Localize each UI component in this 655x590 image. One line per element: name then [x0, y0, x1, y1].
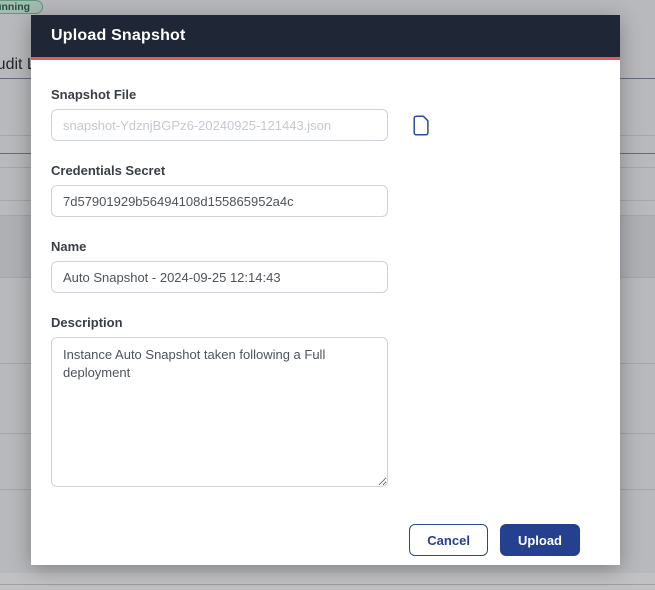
name-group: Name [51, 239, 600, 293]
name-label: Name [51, 239, 87, 254]
name-input[interactable] [51, 261, 388, 293]
snapshot-file-input[interactable] [51, 109, 388, 141]
modal-header: Upload Snapshot [31, 15, 620, 60]
description-label: Description [51, 315, 123, 330]
upload-button[interactable]: Upload [499, 524, 580, 556]
snapshot-file-label: Snapshot File [51, 87, 137, 102]
modal-body: Snapshot File Credentials Secret Name De… [31, 60, 620, 556]
cancel-button[interactable]: Cancel [409, 524, 488, 556]
credentials-secret-group: Credentials Secret [51, 163, 600, 217]
credentials-secret-label: Credentials Secret [51, 163, 166, 178]
upload-snapshot-modal: Upload Snapshot Snapshot File Credential… [31, 15, 620, 565]
modal-title: Upload Snapshot [51, 27, 186, 44]
modal-footer: Cancel Upload [51, 492, 600, 556]
credentials-secret-input[interactable] [51, 185, 388, 217]
file-icon[interactable] [413, 114, 430, 136]
description-group: Description Instance Auto Snapshot taken… [51, 315, 600, 492]
snapshot-file-group: Snapshot File [51, 87, 600, 141]
description-textarea[interactable]: Instance Auto Snapshot taken following a… [51, 337, 388, 487]
